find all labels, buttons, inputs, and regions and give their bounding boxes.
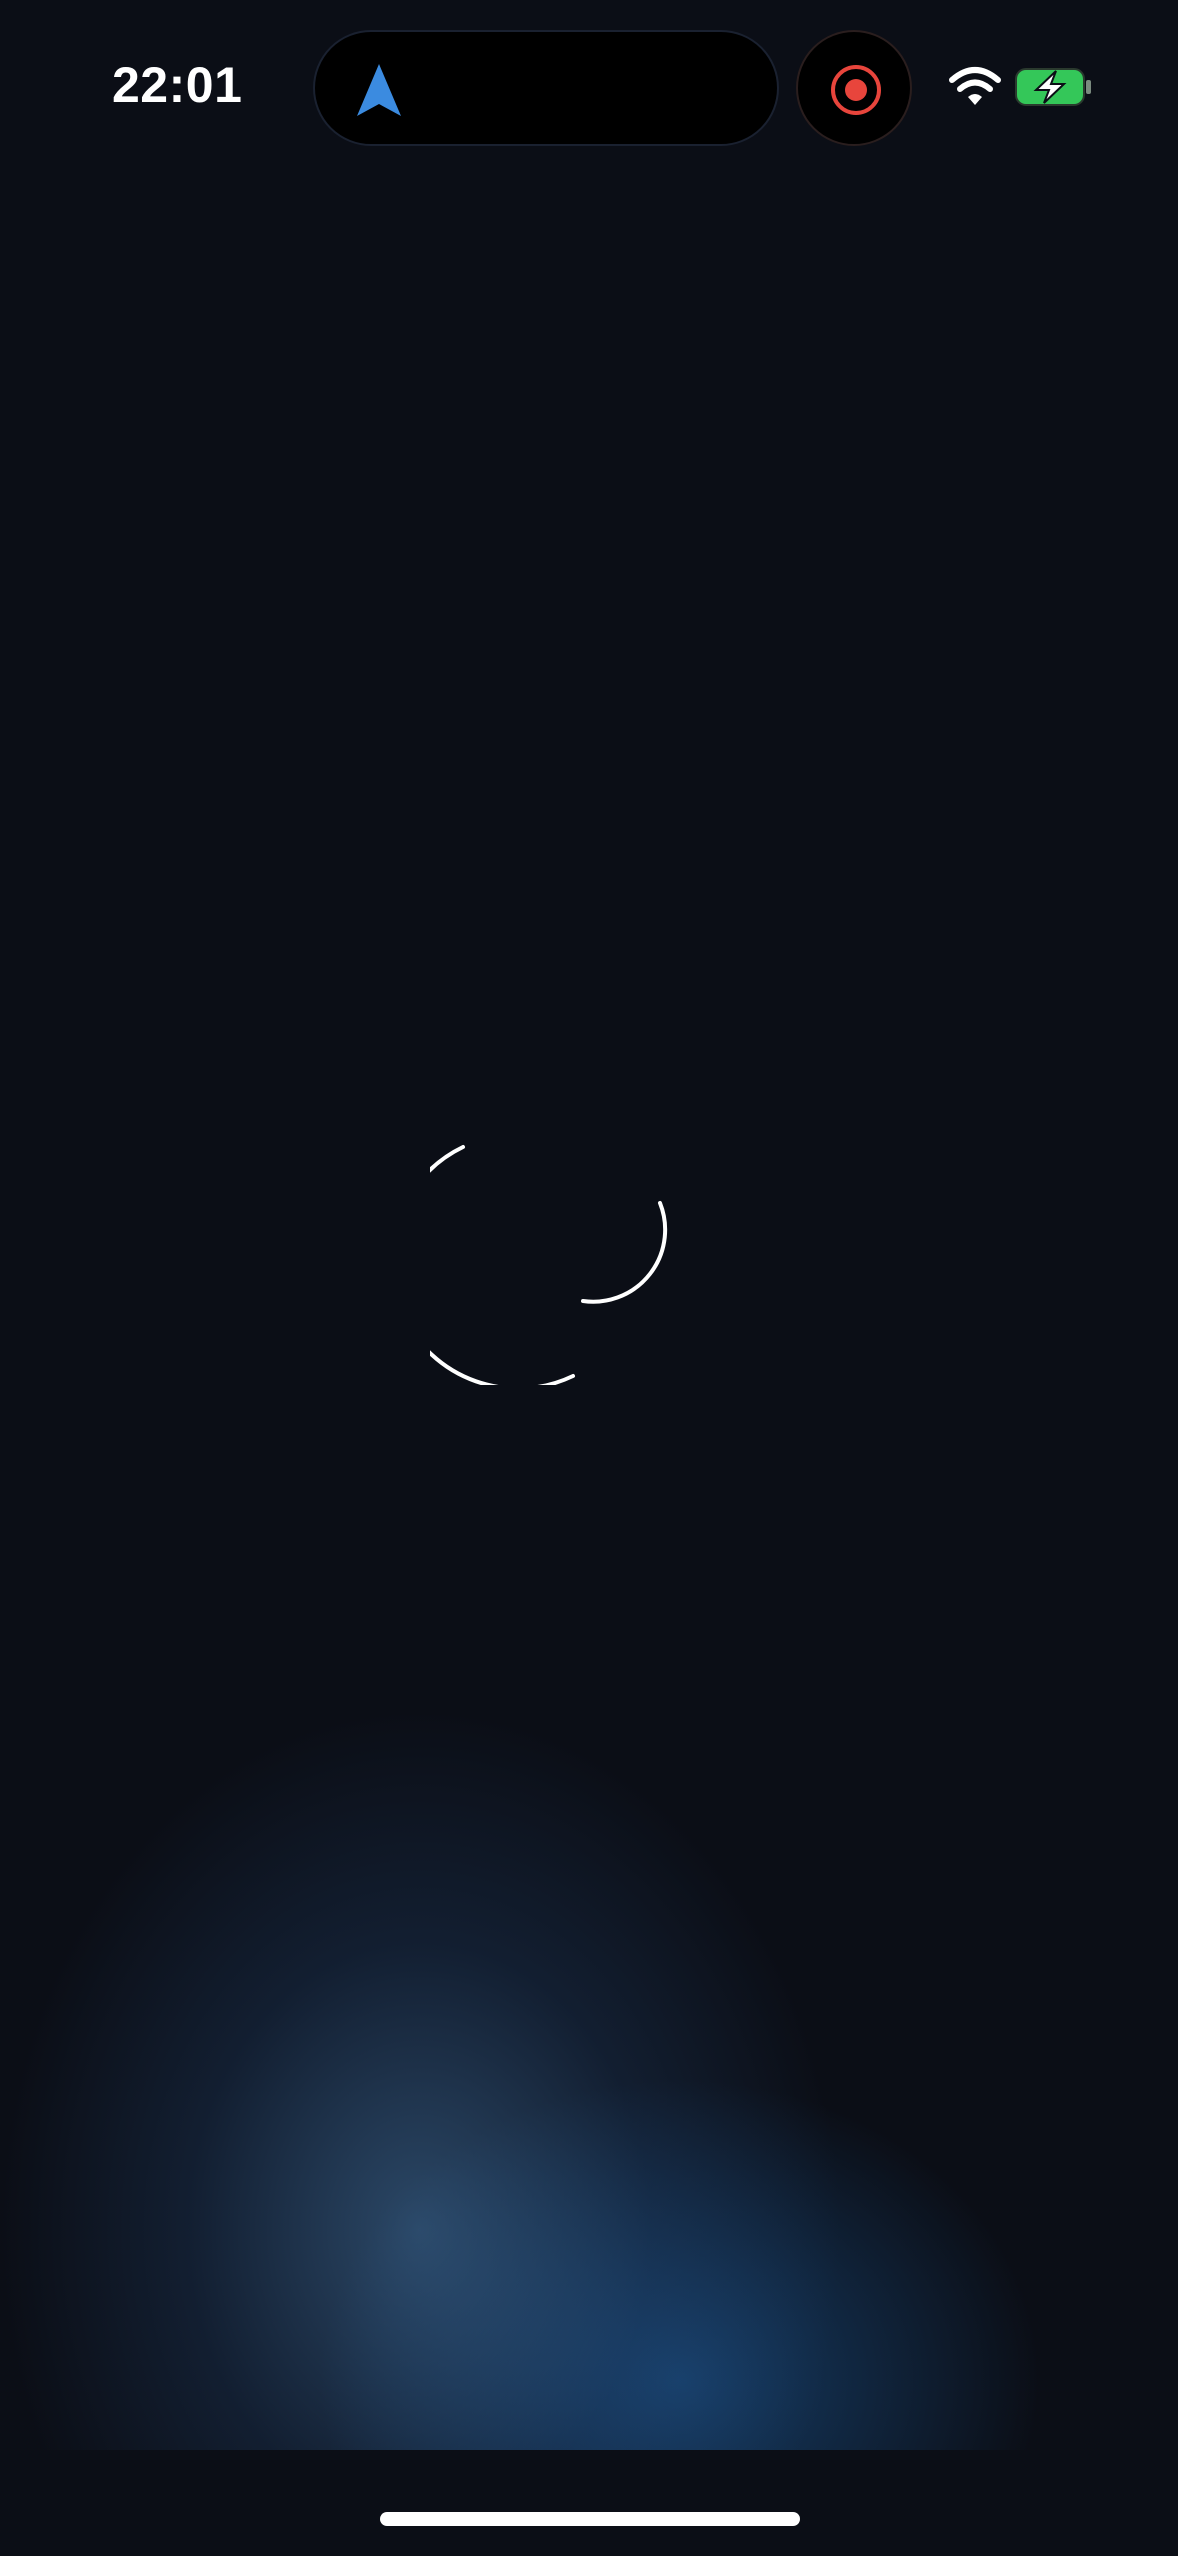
- navigation-arrow-icon: [357, 64, 401, 116]
- loading-spinner-icon[interactable]: [430, 1135, 680, 1385]
- wifi-icon: [949, 67, 1001, 105]
- background-glow: [0, 1450, 1178, 2450]
- bottom-bar: [0, 2452, 1178, 2556]
- battery-charging-icon: [1015, 68, 1091, 106]
- app-screen: 22:01: [0, 0, 1178, 2556]
- screen-recording-icon: [831, 65, 881, 115]
- status-time: 22:01: [112, 57, 243, 113]
- home-indicator[interactable]: [380, 2512, 800, 2526]
- dynamic-island[interactable]: [313, 30, 779, 146]
- screen-recording-indicator[interactable]: [796, 30, 912, 146]
